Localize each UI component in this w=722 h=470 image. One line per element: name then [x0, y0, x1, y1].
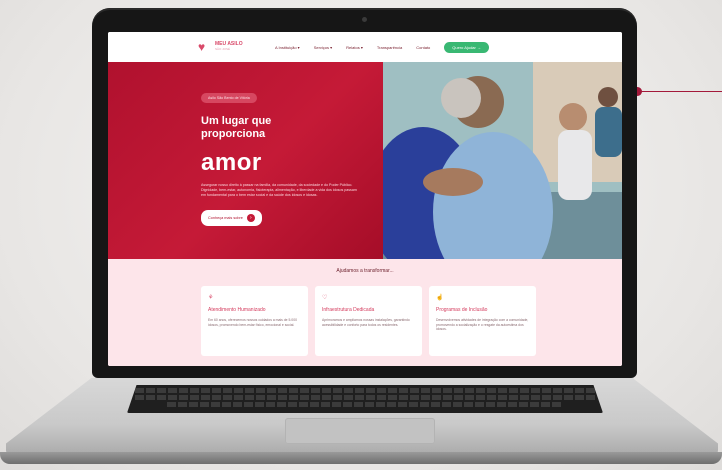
card-text: Em 60 anos, oferecemos nossos cuidados a… [208, 318, 297, 327]
heart-logo-icon: ♥ [198, 39, 206, 54]
nav-item-instituicao[interactable]: A Instituição ▾ [275, 45, 300, 50]
laptop-screen: ♥ Meu Asilo São José A Instituição ▾ Ser… [108, 32, 622, 366]
key-row [135, 395, 595, 400]
nav-item-servicos[interactable]: Serviços ▾ [314, 45, 332, 50]
nav-item-relatos[interactable]: Relatos ▾ [346, 45, 363, 50]
laptop-lid: ♥ Meu Asilo São José A Instituição ▾ Ser… [92, 8, 637, 378]
logo-text: Meu Asilo São José [215, 42, 249, 52]
arrow-right-icon: › [246, 214, 255, 222]
card-atendimento[interactable]: ⚘ Atendimento Humanizado Em 60 anos, ofe… [201, 286, 308, 356]
hero-highlight: amor [201, 149, 262, 176]
card-title: Programas de Inclusão [436, 307, 488, 313]
elderly-hug-photo [383, 62, 622, 259]
learn-more-button[interactable]: Conheça mais sobre › [201, 210, 262, 226]
laptop-front-edge [0, 452, 722, 464]
learn-more-label: Conheça mais sobre [208, 216, 243, 220]
key-row [135, 388, 595, 393]
section-title: Ajudamos a transformar... [336, 268, 394, 274]
keyboard [127, 385, 603, 413]
card-programas[interactable]: ☝ Programas de Inclusão Desenvolvemos at… [429, 286, 536, 356]
card-title: Atendimento Humanizado [208, 307, 266, 313]
card-title: Infraestrutura Dedicada [322, 307, 375, 313]
card-text: Desenvolvemos atividades de integração c… [436, 318, 529, 332]
nav-item-contato[interactable]: Contato [416, 45, 430, 50]
nav-item-transparencia[interactable]: Transparência [377, 45, 402, 50]
heart-icon: ♡ [322, 295, 328, 301]
top-navigation: ♥ Meu Asilo São José A Instituição ▾ Ser… [108, 32, 622, 62]
callout-line [637, 91, 722, 92]
trackpad [285, 418, 435, 444]
donate-button[interactable]: Quero Ajudar → [444, 41, 489, 53]
key-row [167, 402, 563, 407]
camera-icon [362, 17, 367, 22]
hero-description: Assegurar nosso direito à passar na famí… [201, 183, 357, 197]
impact-section: Ajudamos a transformar... ⚘ Atendimento … [108, 259, 622, 366]
hands-icon: ⚘ [208, 295, 214, 301]
hero-badge: Asilo São Bento de Vitória [201, 93, 257, 103]
card-text: Aprimoramos e ampliamos nossas instalaçõ… [322, 318, 410, 327]
card-infraestrutura[interactable]: ♡ Infraestrutura Dedicada Aprimoramos e … [315, 286, 422, 356]
main-menu: A Instituição ▾ Serviços ▾ Relatos ▾ Tra… [275, 45, 430, 50]
hero-title: Um lugar que proporciona [201, 115, 272, 140]
laptop-mockup-scene: ♥ Meu Asilo São José A Instituição ▾ Ser… [0, 0, 722, 470]
hand-icon: ☝ [436, 295, 444, 301]
logo-subtitle: São José [215, 47, 231, 51]
hero-panel: Asilo São Bento de Vitória Um lugar que … [108, 62, 383, 259]
site-logo[interactable]: ♥ Meu Asilo São José [198, 39, 249, 54]
hero-photo [383, 62, 622, 259]
